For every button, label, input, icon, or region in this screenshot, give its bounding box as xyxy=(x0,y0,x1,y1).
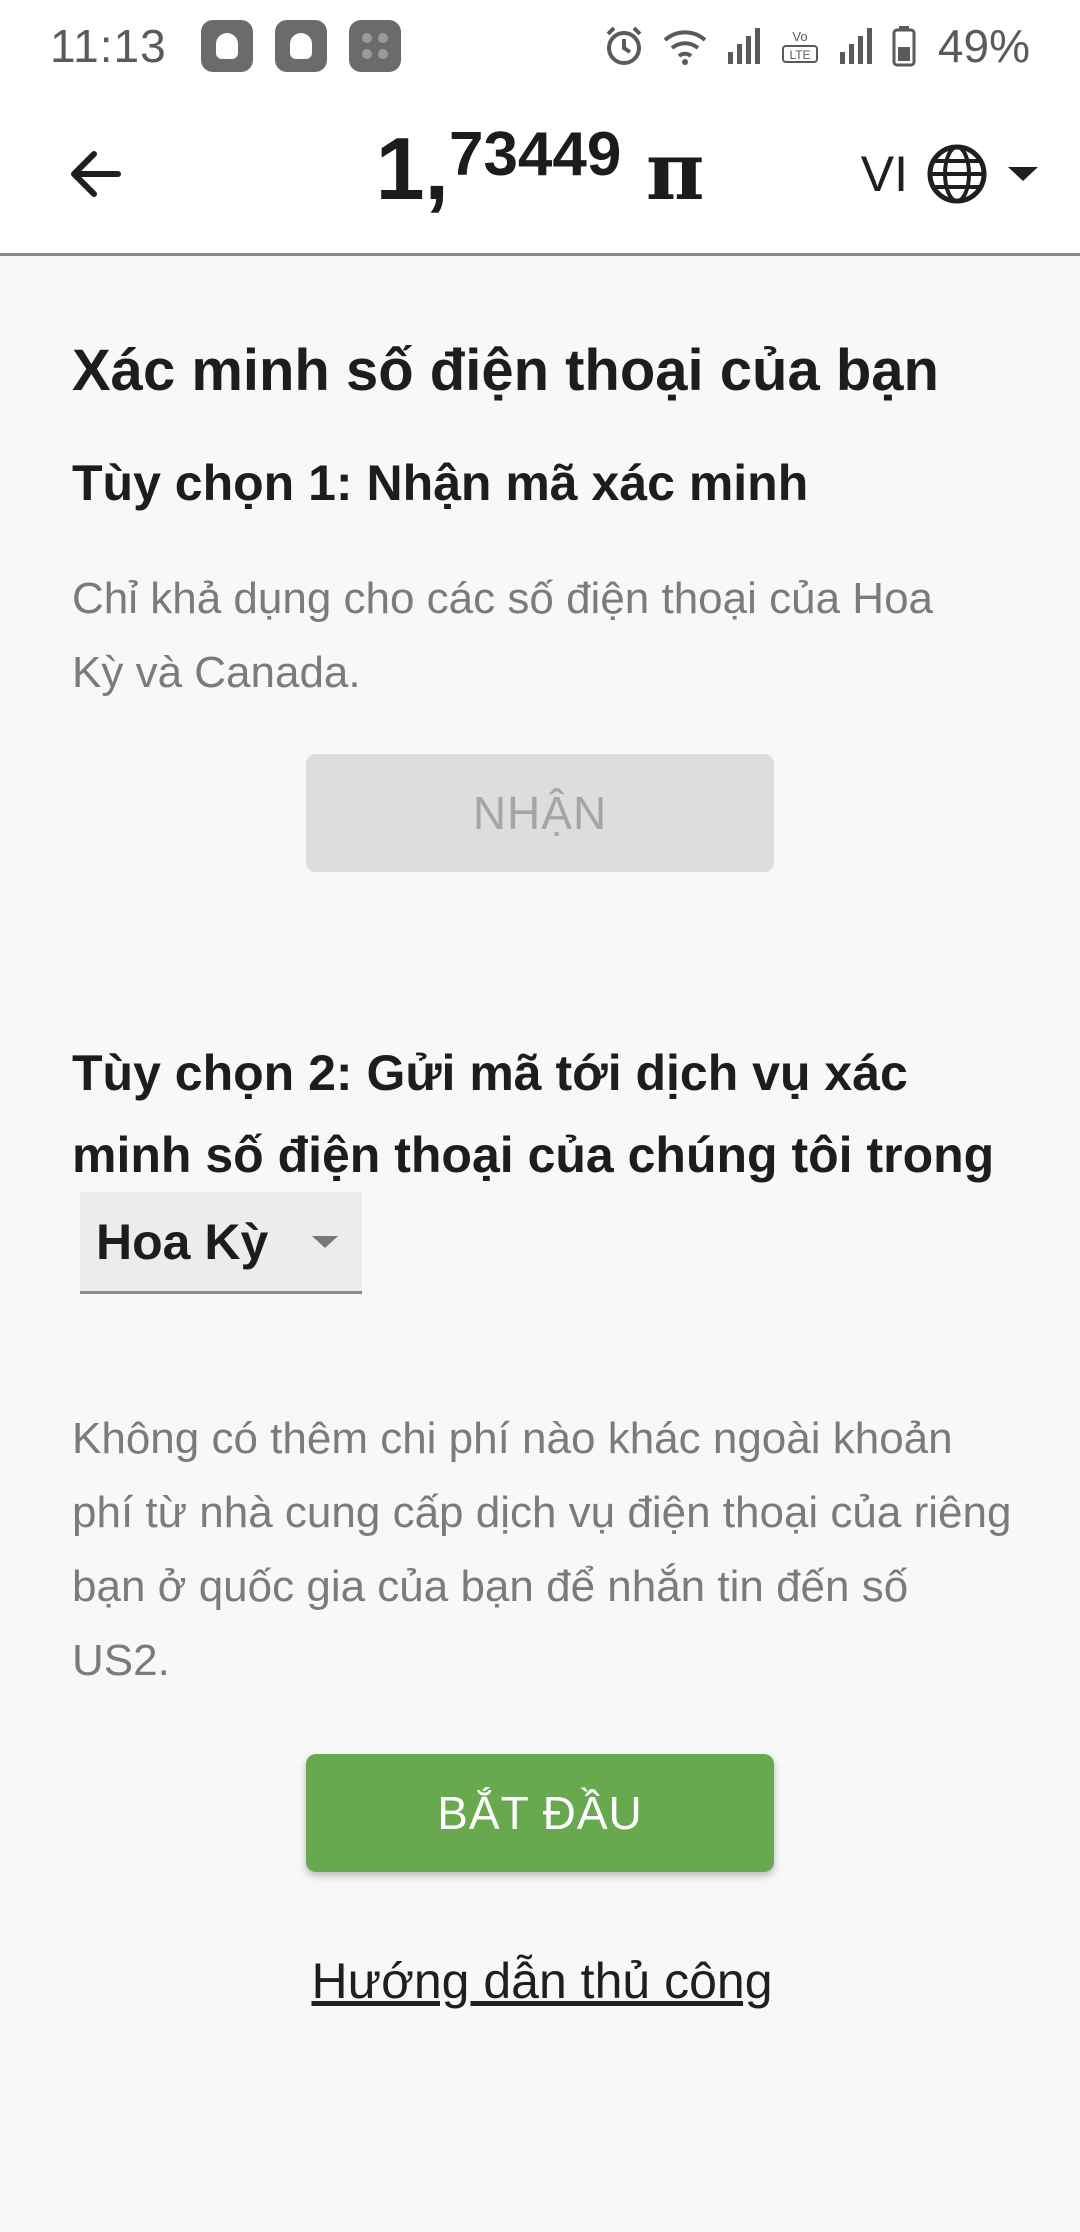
get-code-button[interactable]: NHẬN xyxy=(306,754,774,872)
app-header: 1,73449 π VI xyxy=(0,92,1080,256)
alarm-icon xyxy=(606,26,642,65)
svg-text:Vo: Vo xyxy=(792,29,807,44)
volte-icon: Vo LTE xyxy=(781,29,818,63)
balance-decimals: 73449 xyxy=(448,120,622,189)
page-title: Xác minh số điện thoại của bạn xyxy=(72,338,939,403)
globe-icon xyxy=(927,144,987,204)
caret-down-icon xyxy=(312,1235,339,1248)
country-selected: Hoa Kỳ xyxy=(96,1213,269,1270)
language-selector[interactable]: VI xyxy=(861,134,1040,214)
svg-text:LTE: LTE xyxy=(789,48,810,62)
notification-icons xyxy=(200,20,401,72)
status-indicators: Vo LTE 49% xyxy=(602,19,1030,73)
status-time: 11:13 xyxy=(50,20,167,72)
pi-symbol: π xyxy=(645,124,705,218)
app-icon xyxy=(348,20,401,72)
option2-description: Không có thêm chi phí nào khác ngoài kho… xyxy=(72,1414,1012,1685)
status-bar: 11:13 Vo LTE 49% xyxy=(0,0,1080,92)
notification-icon xyxy=(274,20,327,72)
language-code: VI xyxy=(860,146,908,202)
country-select[interactable]: Hoa Kỳ xyxy=(80,1192,363,1294)
option2-title-text: Tùy chọn 2: Gửi mã tới dịch vụ xác minh … xyxy=(72,1045,995,1183)
battery-icon xyxy=(892,26,916,67)
chevron-down-icon xyxy=(1008,167,1038,181)
manual-instructions-link[interactable]: Hướng dẫn thủ công xyxy=(72,1952,1012,2010)
option2-title: Tùy chọn 2: Gửi mã tới dịch vụ xác minh … xyxy=(72,1032,1012,1298)
option1-description: Chỉ khả dụng cho các số điện thoại của H… xyxy=(72,574,934,697)
signal-icon xyxy=(839,28,872,64)
battery-percent: 49% xyxy=(937,20,1030,72)
signal-icon xyxy=(727,28,760,64)
notification-icon xyxy=(200,20,253,72)
balance-main: 1, xyxy=(375,119,449,218)
start-button[interactable]: BẮT ĐẦU xyxy=(306,1754,774,1872)
wifi-icon xyxy=(663,30,707,65)
option1-title: Tùy chọn 1: Nhận mã xác minh xyxy=(72,455,809,511)
